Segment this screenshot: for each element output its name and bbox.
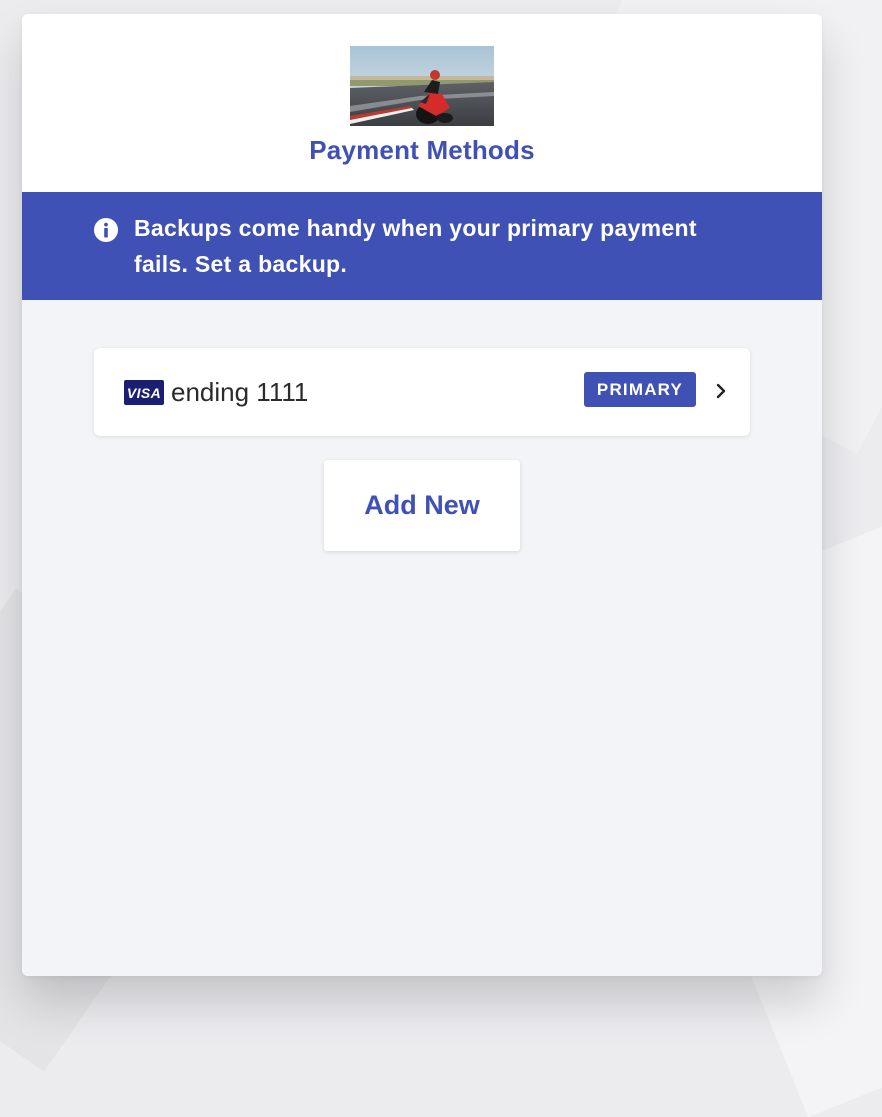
page-title: Payment Methods [309,135,535,165]
motorcycle-hero-image [350,46,494,126]
banner-message: Backups come handy when your primary pay… [134,215,697,277]
chevron-right-icon[interactable] [714,382,728,400]
visa-logo-icon: VISA [124,380,164,405]
payment-methods-card: Payment Methods Backups come handy when … [22,14,822,976]
info-icon [94,218,118,242]
primary-badge: PRIMARY [584,372,696,407]
add-new-button[interactable]: Add New [324,460,520,551]
card-header: Payment Methods [22,14,822,192]
payment-method-row[interactable]: VISA ending 1111 PRIMARY [94,348,750,436]
card-ending-label: ending 1111 [171,377,309,407]
backup-info-banner: Backups come handy when your primary pay… [22,192,822,300]
